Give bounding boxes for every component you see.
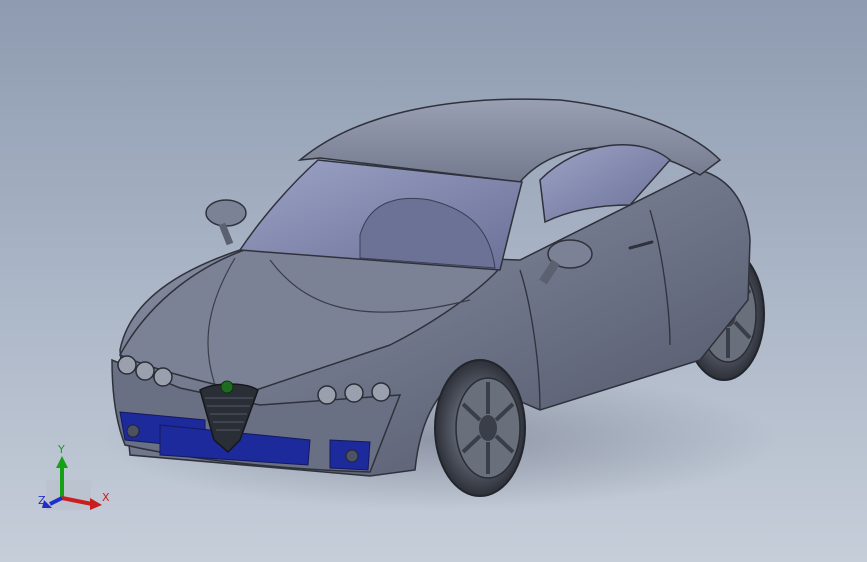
right-headlights <box>317 382 391 405</box>
graphics-viewport[interactable]: Y X Z <box>0 0 867 562</box>
orientation-triad[interactable]: Y X Z <box>36 440 116 515</box>
front-badge <box>220 380 234 394</box>
y-axis-label: Y <box>57 443 65 456</box>
z-axis-label: Z <box>38 494 46 507</box>
car-3d-model[interactable] <box>0 0 867 562</box>
x-axis-label: X <box>102 491 110 504</box>
right-fog-light <box>345 449 359 463</box>
left-fog-light <box>126 424 140 438</box>
front-wheel[interactable] <box>434 359 526 497</box>
triad-reference-plane <box>46 480 91 510</box>
left-mirror[interactable] <box>205 199 247 246</box>
